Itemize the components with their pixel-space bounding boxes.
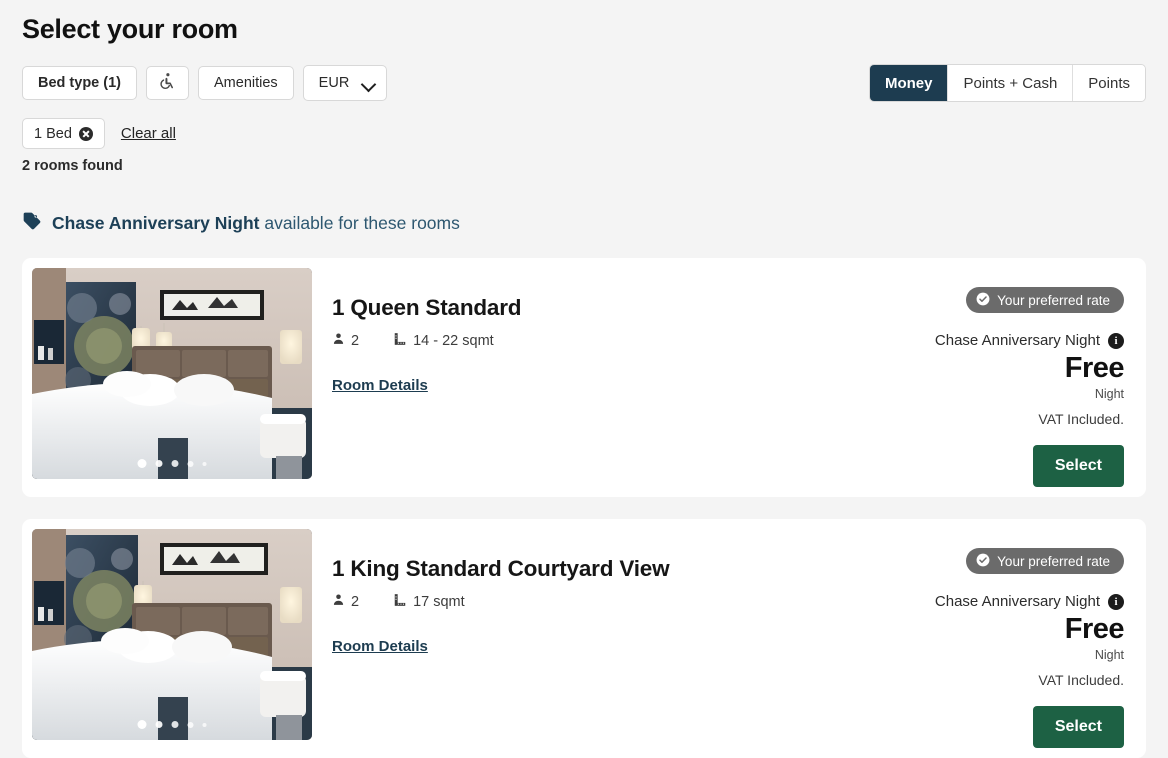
currency-selector[interactable]: EUR: [302, 65, 388, 101]
filter-accessibility-button[interactable]: [146, 66, 189, 100]
room-meta: 2 17 sqmt: [332, 593, 896, 611]
carousel-dot[interactable]: [171, 721, 179, 728]
room-size: 17 sqmt: [393, 593, 465, 611]
room-size-value: 14 - 22 sqmt: [413, 333, 494, 349]
room-occupancy: 2: [332, 332, 359, 350]
rate-name-row: Chase Anniversary Night i: [935, 593, 1124, 610]
room-occupancy: 2: [332, 593, 359, 611]
rate-price: Free: [1064, 352, 1125, 384]
applied-filter-chip-label: 1 Bed: [34, 125, 72, 142]
room-image-carousel[interactable]: [32, 529, 312, 740]
carousel-dots[interactable]: [137, 459, 207, 468]
promo-banner: Chase Anniversary Night available for th…: [22, 211, 1146, 236]
filter-amenities-label: Amenities: [214, 75, 278, 91]
carousel-dot[interactable]: [187, 721, 194, 728]
preferred-rate-badge-label: Your preferred rate: [997, 292, 1110, 308]
carousel-dot[interactable]: [155, 460, 163, 467]
room-image-carousel[interactable]: [32, 268, 312, 479]
room-card: 1 King Standard Courtyard View 2 17 sqmt…: [22, 519, 1146, 758]
price-tag-icon: [22, 211, 42, 236]
carousel-dot-active[interactable]: [137, 459, 147, 468]
rate-panel: Your preferred rate Chase Anniversary Ni…: [896, 268, 1136, 487]
select-room-button[interactable]: Select: [1032, 706, 1124, 748]
room-card: 1 Queen Standard 2 14 - 22 sqmt Room Det…: [22, 258, 1146, 497]
carousel-dot[interactable]: [155, 721, 163, 728]
rate-period: Night: [1094, 648, 1124, 662]
info-icon[interactable]: i: [1108, 332, 1124, 349]
filter-toolbar: Bed type (1) Amenities EUR Money Points …: [22, 64, 1146, 102]
filter-bed-type-label: Bed type (1): [38, 75, 121, 91]
filter-bed-type[interactable]: Bed type (1): [22, 66, 137, 100]
page-title: Select your room: [22, 14, 238, 44]
currency-selector-value: EUR: [318, 75, 350, 91]
person-icon: [332, 593, 345, 611]
rate-panel: Your preferred rate Chase Anniversary Ni…: [896, 529, 1136, 748]
rate-period: Night: [1094, 387, 1124, 401]
results-count: 2 rooms found: [22, 158, 123, 174]
carousel-dot[interactable]: [171, 460, 179, 467]
promo-highlight: Chase Anniversary Night available for th…: [52, 213, 460, 233]
room-meta: 2 14 - 22 sqmt: [332, 332, 896, 350]
room-selection-page: Select your room Bed type (1) Amenities …: [0, 0, 1168, 758]
carousel-dots[interactable]: [137, 720, 207, 729]
room-info: 1 Queen Standard 2 14 - 22 sqmt Room Det…: [312, 268, 896, 487]
rate-type-toggle-group: Money Points + Cash Points: [868, 64, 1146, 102]
room-occupancy-value: 2: [351, 333, 360, 349]
room-details-link[interactable]: Room Details: [332, 638, 428, 655]
close-circle-icon[interactable]: [78, 126, 93, 141]
carousel-dot[interactable]: [202, 722, 207, 727]
room-info: 1 King Standard Courtyard View 2 17 sqmt…: [312, 529, 896, 748]
rate-price: Free: [1064, 613, 1125, 645]
rate-name-row: Chase Anniversary Night i: [935, 332, 1124, 349]
carousel-dot[interactable]: [187, 460, 194, 467]
filter-amenities[interactable]: Amenities: [198, 66, 294, 100]
room-size: 14 - 22 sqmt: [393, 332, 494, 350]
applied-filter-chip-1-bed[interactable]: 1 Bed: [22, 118, 105, 149]
rate-toggle-money[interactable]: Money: [869, 65, 949, 101]
preferred-rate-badge: Your preferred rate: [966, 287, 1124, 313]
room-photo: [32, 268, 312, 479]
rate-toggle-points[interactable]: Points: [1073, 65, 1145, 101]
person-icon: [332, 332, 345, 350]
ruler-icon: [393, 332, 407, 350]
clear-all-link[interactable]: Clear all: [121, 125, 176, 142]
check-circle-icon: [976, 553, 990, 570]
select-room-button[interactable]: Select: [1032, 445, 1124, 487]
room-size-value: 17 sqmt: [413, 594, 465, 610]
rate-tax-note: VAT Included.: [1038, 411, 1124, 427]
check-circle-icon: [976, 292, 990, 309]
room-details-link[interactable]: Room Details: [332, 377, 428, 394]
info-icon[interactable]: i: [1108, 593, 1124, 610]
applied-filters-row: 1 Bed Clear all: [22, 118, 1146, 149]
preferred-rate-badge: Your preferred rate: [966, 548, 1124, 574]
room-photo: [32, 529, 312, 740]
rate-toggle-points-cash[interactable]: Points + Cash: [948, 65, 1074, 101]
rate-name: Chase Anniversary Night: [934, 332, 1100, 349]
room-name: 1 King Standard Courtyard View: [332, 556, 670, 581]
carousel-dot[interactable]: [202, 461, 207, 466]
wheelchair-accessibility-icon: [158, 71, 177, 96]
rate-tax-note: VAT Included.: [1038, 672, 1124, 688]
preferred-rate-badge-label: Your preferred rate: [997, 553, 1110, 569]
ruler-icon: [393, 593, 407, 611]
promo-text: available for these rooms: [259, 213, 460, 233]
room-name: 1 Queen Standard: [332, 295, 522, 320]
carousel-dot-active[interactable]: [137, 720, 147, 729]
chevron-down-icon: [362, 79, 375, 87]
room-occupancy-value: 2: [351, 594, 360, 610]
rate-name: Chase Anniversary Night: [934, 593, 1100, 610]
